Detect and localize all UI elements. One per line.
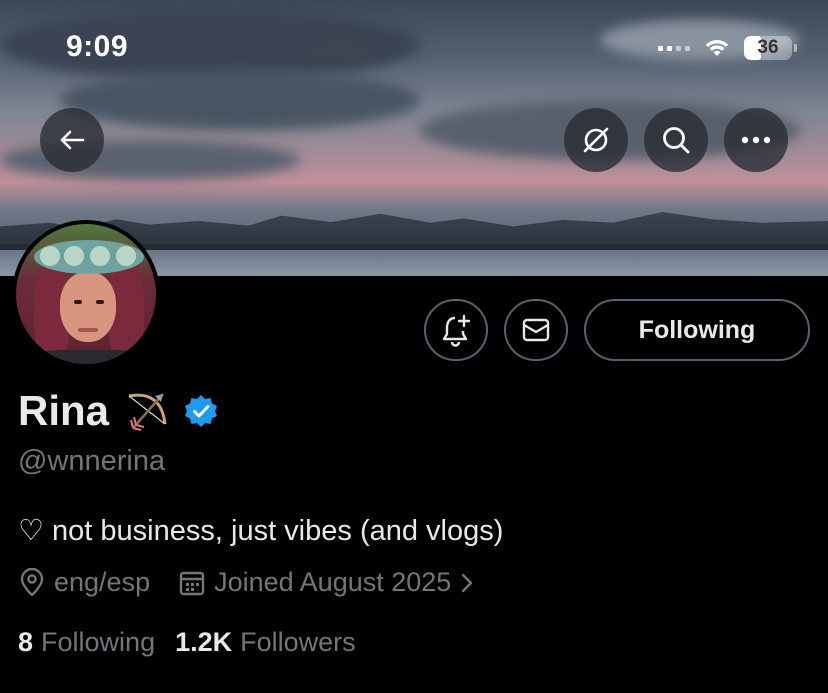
followers-stat[interactable]: 1.2K Followers	[175, 627, 356, 658]
following-button[interactable]: Following	[584, 299, 810, 361]
bow-and-arrow-emoji	[128, 393, 167, 431]
calendar-icon	[179, 571, 205, 595]
chevron-right-icon	[462, 573, 473, 592]
following-count: 8	[18, 627, 34, 657]
wifi-icon	[705, 40, 729, 56]
cellular-signal-icon	[658, 45, 690, 51]
grok-icon	[583, 127, 609, 153]
battery-icon: 36	[744, 36, 797, 60]
more-button[interactable]	[724, 108, 788, 172]
envelope-icon	[522, 318, 550, 342]
back-button[interactable]	[40, 108, 104, 172]
status-indicators: 36	[658, 36, 797, 60]
profile-stats: 8 Following 1.2K Followers	[18, 627, 356, 658]
profile-meta: eng/esp Joined August 2025	[18, 567, 475, 598]
display-name: Rina	[18, 387, 110, 434]
status-time: 9:09	[66, 30, 129, 63]
bell-plus-icon	[442, 314, 471, 347]
arrow-left-icon	[60, 130, 85, 150]
joined-text: Joined August 2025	[214, 567, 452, 597]
search-button[interactable]	[644, 108, 708, 172]
followers-count: 1.2K	[175, 627, 233, 657]
following-stat[interactable]: 8 Following	[18, 627, 155, 658]
name-row: Rina	[18, 386, 219, 436]
profile-handle: @wnnerina	[18, 445, 166, 477]
search-icon	[663, 127, 690, 154]
verified-badge-icon[interactable]	[183, 393, 219, 429]
profile-avatar[interactable]	[12, 220, 160, 368]
location-pin-icon	[20, 567, 44, 596]
battery-level: 36	[757, 37, 779, 58]
location-item: eng/esp	[18, 567, 150, 598]
notify-button[interactable]	[424, 299, 488, 361]
location-text: eng/esp	[54, 567, 151, 597]
following-label: Following	[41, 627, 156, 657]
grok-button[interactable]	[564, 108, 628, 172]
followers-label: Followers	[240, 627, 356, 657]
profile-bio: ♡ not business, just vibes (and vlogs)	[18, 515, 504, 547]
message-button[interactable]	[504, 299, 568, 361]
joined-item[interactable]: Joined August 2025	[178, 567, 475, 598]
more-horizontal-icon	[741, 136, 771, 144]
